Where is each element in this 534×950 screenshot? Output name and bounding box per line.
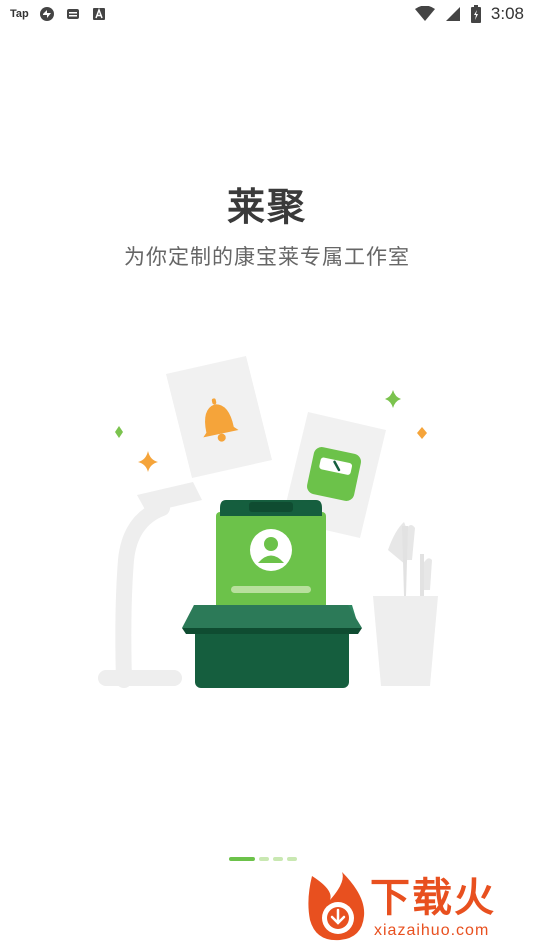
vpn-icon bbox=[39, 7, 54, 21]
page-dot[interactable] bbox=[273, 857, 283, 861]
user-icon bbox=[250, 529, 292, 571]
scale-icon bbox=[307, 447, 361, 501]
a-icon bbox=[92, 7, 105, 20]
wifi-icon bbox=[414, 6, 435, 21]
onboarding-illustration bbox=[98, 356, 438, 688]
status-bar-right: 3:08 bbox=[414, 4, 524, 24]
box-icon bbox=[182, 605, 362, 688]
bell-card bbox=[166, 356, 272, 478]
message-icon bbox=[66, 9, 79, 19]
watermark-url: xiazaihuo.com bbox=[374, 922, 490, 939]
page-dot[interactable] bbox=[287, 857, 297, 861]
page-dot[interactable] bbox=[259, 857, 269, 861]
status-bar-left: Tap bbox=[10, 6, 107, 22]
battery-icon bbox=[470, 5, 481, 23]
sparkle-icon bbox=[385, 390, 401, 408]
signal-icon bbox=[445, 7, 460, 21]
onboarding-title: 莱聚 bbox=[226, 185, 307, 229]
tap-app-icon: Tap bbox=[10, 8, 29, 20]
status-bar: Tap 3:08 bbox=[0, 0, 534, 28]
onboarding-subtitle: 为你定制的康宝莱专属工作室 bbox=[124, 245, 410, 269]
sparkle-icon bbox=[417, 427, 427, 439]
page-dot-active[interactable] bbox=[229, 857, 255, 861]
sparkle-icon bbox=[138, 451, 158, 472]
page-indicator bbox=[229, 857, 297, 861]
lamp-icon bbox=[98, 482, 202, 688]
flame-logo-icon bbox=[308, 872, 365, 941]
watermark-brand: 下载火 bbox=[370, 875, 496, 921]
status-time: 3:08 bbox=[490, 4, 524, 23]
sparkle-icon bbox=[115, 426, 123, 438]
watermark: 下载火 xiazaihuo.com bbox=[306, 872, 528, 946]
